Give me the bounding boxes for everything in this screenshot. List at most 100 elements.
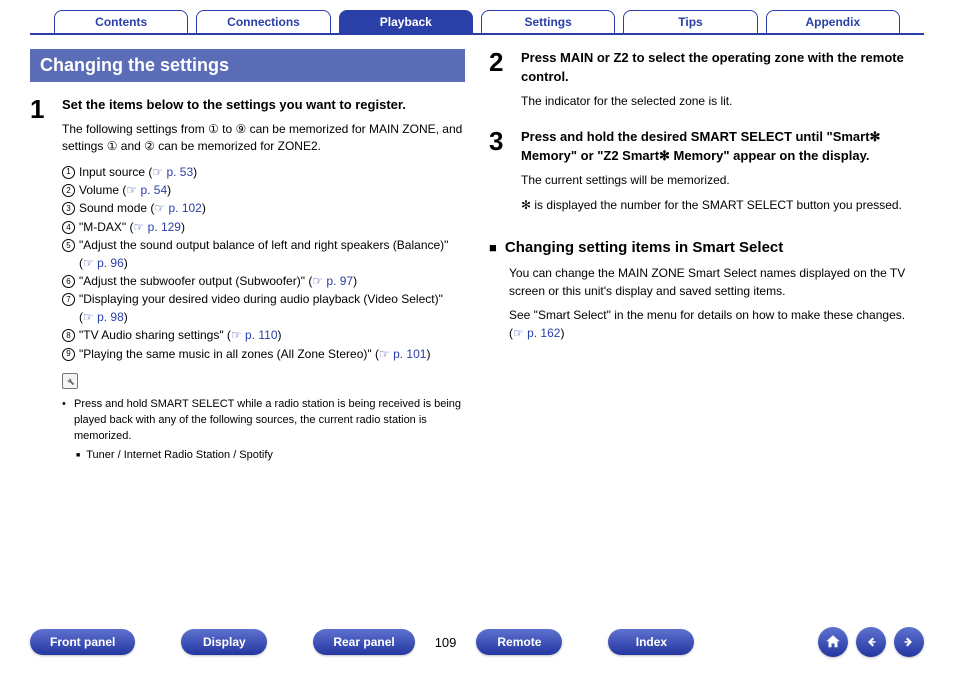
step-desc: The indicator for the selected zone is l… [521,93,924,110]
note-text: Press and hold SMART SELECT while a radi… [74,397,465,445]
step-number: 3 [489,128,511,222]
list-text: "M-DAX" (p. 129) [79,219,465,236]
note-bullet: •Press and hold SMART SELECT while a rad… [62,397,465,445]
list-item: 1 Input source (p. 53) [62,164,465,181]
list-text: "Adjust the subwoofer output (Subwoofer)… [79,273,465,290]
page-link[interactable]: p. 98 [83,310,124,324]
pill-label: Index [636,635,667,649]
step-head: Press MAIN or Z2 to select the operating… [521,49,924,87]
list-item: 2 Volume (p. 54) [62,182,465,199]
list-item: 3 Sound mode (p. 102) [62,200,465,217]
page-link[interactable]: p. 54 [126,183,167,197]
step-number: 1 [30,96,52,464]
tab-label: Connections [227,15,300,29]
list-item: 4 "M-DAX" (p. 129) [62,219,465,236]
home-button[interactable] [818,627,848,657]
footer-front-panel-button[interactable]: Front panel [30,629,135,655]
tab-label: Contents [95,15,147,29]
list-text: Sound mode (p. 102) [79,200,465,217]
footer-nav: Front panel Display Rear panel 109 Remot… [30,627,924,657]
subsection-title: Changing setting items in Smart Select [505,239,783,256]
step-desc: The current settings will be memorized. [521,172,924,189]
circled-number-icon: 7 [62,293,75,306]
step-body: Set the items below to the settings you … [62,96,465,464]
home-icon [824,633,842,651]
section-title: Changing the settings [30,49,465,82]
note-box: •Press and hold SMART SELECT while a rad… [62,373,465,464]
tab-label: Playback [380,15,432,29]
tab-tips[interactable]: Tips [623,10,757,34]
right-column: 2 Press MAIN or Z2 to select the operati… [489,49,924,474]
bullet-dot-icon: • [62,397,68,445]
list-text: "Adjust the sound output balance of left… [79,237,465,272]
step-head: Press and hold the desired SMART SELECT … [521,128,924,166]
circled-number-icon: 2 [62,184,75,197]
tab-playback[interactable]: Playback [339,10,473,34]
list-text: "Displaying your desired video during au… [79,291,465,326]
step-desc: ✻ is displayed the number for the SMART … [521,197,924,214]
step-1: 1 Set the items below to the settings yo… [30,96,465,464]
list-text: Volume (p. 54) [79,182,465,199]
arrow-left-icon [862,633,880,651]
list-item: 5 "Adjust the sound output balance of lef… [62,237,465,272]
page-link[interactable]: p. 101 [379,347,426,361]
tab-label: Appendix [805,15,860,29]
page-link[interactable]: p. 102 [154,201,201,215]
footer-remote-button[interactable]: Remote [476,629,562,655]
square-icon: ■ [489,240,497,255]
step-number: 2 [489,49,511,118]
list-item: 8 "TV Audio sharing settings" (p. 110) [62,327,465,344]
step-head: Set the items below to the settings you … [62,96,465,115]
step-2: 2 Press MAIN or Z2 to select the operati… [489,49,924,118]
tab-label: Settings [524,15,571,29]
page-link[interactable]: p. 53 [152,165,193,179]
list-text: "Playing the same music in all zones (Al… [79,346,465,363]
circled-number-icon: 9 [62,348,75,361]
step-desc: The following settings from ① to ⑨ can b… [62,121,465,156]
list-text: Input source (p. 53) [79,164,465,181]
pill-label: Rear panel [333,635,394,649]
circled-number-icon: 1 [62,166,75,179]
circled-number-icon: 4 [62,221,75,234]
prev-page-button[interactable] [856,627,886,657]
left-column: Changing the settings 1 Set the items be… [30,49,465,474]
list-item: 9 "Playing the same music in all zones (A… [62,346,465,363]
page-link[interactable]: p. 129 [134,220,181,234]
tab-contents[interactable]: Contents [54,10,188,34]
next-page-button[interactable] [894,627,924,657]
footer-display-button[interactable]: Display [181,629,267,655]
circled-number-icon: 5 [62,239,75,252]
pill-label: Display [203,635,246,649]
subsection-body: You can change the MAIN ZONE Smart Selec… [489,264,924,342]
footer-index-button[interactable]: Index [608,629,694,655]
step-3: 3 Press and hold the desired SMART SELEC… [489,128,924,222]
circled-number-icon: 8 [62,329,75,342]
note-text: Tuner / Internet Radio Station / Spotify [86,448,273,464]
page-link[interactable]: p. 96 [83,256,124,270]
footer-rear-panel-button[interactable]: Rear panel [313,629,414,655]
page-link[interactable]: p. 162 [513,326,560,340]
step-body: Press and hold the desired SMART SELECT … [521,128,924,222]
square-dot-icon: ■ [76,448,80,464]
nav-icon-group [818,627,924,657]
paragraph: See "Smart Select" in the menu for detai… [509,306,924,342]
settings-list: 1 Input source (p. 53) 2 Volume (p. 54) 3S… [62,164,465,363]
pill-label: Remote [497,635,541,649]
circled-number-icon: 3 [62,202,75,215]
list-text: "TV Audio sharing settings" (p. 110) [79,327,465,344]
wrench-icon [62,373,78,389]
paragraph: You can change the MAIN ZONE Smart Selec… [509,264,924,300]
subsection-heading: ■ Changing setting items in Smart Select [489,239,924,256]
tab-appendix[interactable]: Appendix [766,10,900,34]
tab-connections[interactable]: Connections [196,10,330,34]
pill-label: Front panel [50,635,115,649]
top-tabs: Contents Connections Playback Settings T… [30,10,924,34]
page-link[interactable]: p. 97 [312,274,353,288]
circled-number-icon: 6 [62,275,75,288]
list-item: 7 "Displaying your desired video during a… [62,291,465,326]
page-number: 109 [425,635,467,650]
arrow-right-icon [900,633,918,651]
tab-label: Tips [678,15,702,29]
tab-settings[interactable]: Settings [481,10,615,34]
page-link[interactable]: p. 110 [231,328,278,342]
